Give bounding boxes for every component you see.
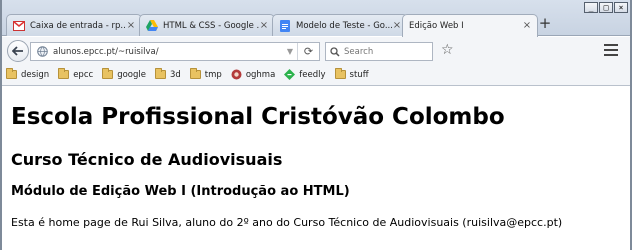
globe-icon <box>35 46 49 57</box>
feedly-icon <box>284 69 296 80</box>
bookmark-label: feedly <box>299 69 326 80</box>
folder-icon <box>58 68 70 79</box>
tab-title: Edição Web I <box>409 21 464 31</box>
bookmark-tmp[interactable]: tmp <box>189 68 222 80</box>
tab-strip: _ □ × Caixa de entrada - rp... × HTML & … <box>0 0 632 37</box>
search-input[interactable] <box>344 46 429 57</box>
page-heading-school: Escola Profissional Cristóvão Colombo <box>11 104 505 130</box>
minimize-button[interactable]: _ <box>584 2 598 13</box>
folder-icon <box>102 68 114 79</box>
back-button[interactable] <box>7 40 29 62</box>
bookmark-label: design <box>21 69 50 80</box>
bookmark-design[interactable]: design <box>6 68 50 80</box>
page-heading-module: Módulo de Edição Web I (Introdução ao HT… <box>11 184 350 199</box>
gmail-icon <box>13 20 25 32</box>
tab-edicao-web[interactable]: Edição Web I × <box>402 14 538 37</box>
bookmark-label: epcc <box>73 69 94 80</box>
google-docs-icon <box>279 19 291 32</box>
folder-icon <box>334 68 346 79</box>
bookmark-stuff[interactable]: stuff <box>334 68 369 80</box>
oghma-icon <box>231 69 242 80</box>
bookmarks-toolbar: design epcc google 3d tmp oghma feedly s… <box>0 64 632 86</box>
url-bar[interactable]: alunos.epcc.pt/~ruisilva/ ▼ ⟳ <box>30 42 320 61</box>
bookmark-oghma[interactable]: oghma <box>231 69 275 80</box>
history-dropdown-icon[interactable]: ▼ <box>283 47 297 56</box>
intro-paragraph: Esta é home page de Rui Silva, aluno do … <box>11 216 563 229</box>
window-controls: _ □ × <box>584 2 628 13</box>
page-content: Escola Profissional Cristóvão Colombo Cu… <box>0 87 632 250</box>
google-drive-icon <box>146 20 158 32</box>
search-bar[interactable] <box>325 42 433 61</box>
bookmark-3d[interactable]: 3d <box>154 68 181 80</box>
bookmark-label: tmp <box>204 69 222 80</box>
close-tab-icon[interactable]: × <box>522 21 532 31</box>
bookmark-epcc[interactable]: epcc <box>58 68 94 80</box>
tab-html-css[interactable]: HTML & CSS - Google ... × <box>139 14 275 36</box>
maximize-button[interactable]: □ <box>599 2 613 13</box>
close-tab-icon[interactable]: × <box>259 20 269 31</box>
tab-title: Modelo de Teste - Go... <box>296 20 392 31</box>
tab-gmail[interactable]: Caixa de entrada - rp... × <box>6 14 142 36</box>
close-window-button[interactable]: × <box>614 2 628 13</box>
bookmark-google[interactable]: google <box>102 68 146 80</box>
url-text[interactable]: alunos.epcc.pt/~ruisilva/ <box>53 47 283 57</box>
window-left-border <box>0 0 2 250</box>
page-heading-course: Curso Técnico de Audiovisuais <box>11 150 283 169</box>
bookmark-label: oghma <box>245 69 276 80</box>
bookmark-label: 3d <box>169 69 181 80</box>
tab-modelo-teste[interactable]: Modelo de Teste - Go... × <box>272 14 408 36</box>
folder-icon <box>189 68 201 79</box>
back-arrow-icon <box>12 46 23 56</box>
tab-title: Caixa de entrada - rp... <box>30 20 126 31</box>
bookmark-label: google <box>117 69 146 80</box>
folder-icon <box>154 68 166 79</box>
new-tab-button[interactable]: + <box>538 16 552 31</box>
bookmark-label: stuff <box>349 69 369 80</box>
bookmark-feedly[interactable]: feedly <box>284 69 326 80</box>
close-tab-icon[interactable]: × <box>392 20 402 31</box>
navigation-toolbar: alunos.epcc.pt/~ruisilva/ ▼ ⟳ ☆ <box>0 37 632 64</box>
tab-title: HTML & CSS - Google ... <box>163 20 259 31</box>
folder-icon <box>6 68 17 79</box>
close-tab-icon[interactable]: × <box>126 20 136 31</box>
bookmark-star-icon[interactable]: ☆ <box>441 43 454 57</box>
hamburger-menu-icon[interactable] <box>604 44 618 56</box>
search-icon <box>330 46 340 57</box>
browser-window: _ □ × Caixa de entrada - rp... × HTML & … <box>0 0 632 250</box>
reload-icon[interactable]: ⟳ <box>297 43 319 60</box>
